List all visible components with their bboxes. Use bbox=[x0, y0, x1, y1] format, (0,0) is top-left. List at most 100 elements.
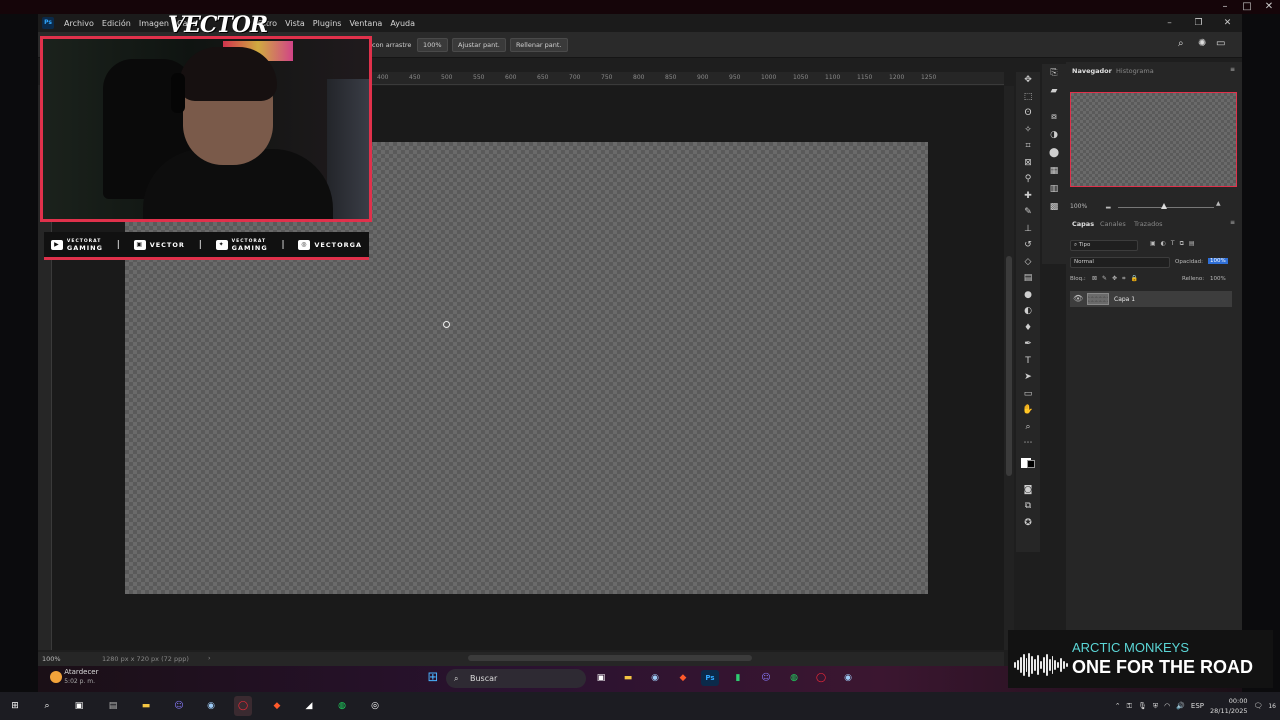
brave-icon[interactable]: ◆ bbox=[674, 670, 692, 686]
color-panel-icon[interactable]: ⬤ bbox=[1042, 144, 1066, 162]
app-icon[interactable]: ▤ bbox=[104, 698, 122, 714]
steam-icon[interactable]: ◉ bbox=[646, 670, 664, 686]
comments-panel-icon[interactable]: ▰ bbox=[1042, 82, 1066, 100]
task-view-icon[interactable]: ▣ bbox=[592, 670, 610, 686]
menu-vista[interactable]: Vista bbox=[281, 19, 309, 28]
taskbar-search-input[interactable]: ⌕ Buscar bbox=[446, 669, 586, 688]
notifications-icon[interactable]: 🗨 bbox=[1253, 702, 1262, 710]
tab-capas[interactable]: Capas bbox=[1072, 220, 1094, 228]
blend-mode-dropdown[interactable]: Normal bbox=[1070, 257, 1170, 268]
microphone-icon[interactable]: 🎙 bbox=[1138, 702, 1147, 710]
language-indicator[interactable]: ESP bbox=[1191, 702, 1204, 710]
volume-icon[interactable]: 🔊 bbox=[1176, 702, 1185, 710]
security-icon[interactable]: ⛨ bbox=[1153, 702, 1158, 711]
blur-tool-icon[interactable]: ● bbox=[1016, 287, 1040, 304]
fit-screen-button[interactable]: Ajustar pant. bbox=[452, 38, 506, 52]
layer-filter-icons[interactable]: ▣◐T⧉▤ bbox=[1150, 240, 1200, 248]
lock-icons[interactable]: ⊠✎✥⌗🔒 bbox=[1092, 275, 1143, 283]
gradient-tool-icon[interactable]: ▤ bbox=[1016, 270, 1040, 287]
network-icon[interactable]: ⚿ bbox=[1127, 702, 1132, 711]
brush-tool-icon[interactable]: ✎ bbox=[1016, 204, 1040, 221]
search-icon[interactable]: ⌕ bbox=[1178, 38, 1184, 49]
hand-tool-icon[interactable]: ✋ bbox=[1016, 402, 1040, 419]
lasso-tool-icon[interactable]: ʘ bbox=[1016, 105, 1040, 122]
layer-name[interactable]: Capa 1 bbox=[1114, 296, 1135, 303]
move-tool-icon[interactable]: ✥ bbox=[1016, 72, 1040, 89]
start-icon[interactable]: ⊞ bbox=[6, 698, 24, 714]
opacity-input[interactable]: 100% bbox=[1208, 258, 1228, 264]
app-restore-icon[interactable]: ❐ bbox=[1184, 14, 1213, 32]
navigator-zoom[interactable]: 100% bbox=[1070, 203, 1087, 210]
stamp-tool-icon[interactable]: ⊥ bbox=[1016, 221, 1040, 238]
menu-ventana[interactable]: Ventana bbox=[345, 19, 386, 28]
zoom-tool-icon[interactable]: ⌕ bbox=[1016, 419, 1040, 436]
generative-icon[interactable]: ✪ bbox=[1016, 515, 1040, 532]
brave-icon[interactable]: ◆ bbox=[268, 698, 286, 714]
chevron-up-icon[interactable]: ⌃ bbox=[1115, 702, 1121, 710]
close-icon[interactable]: ✕ bbox=[1258, 0, 1280, 14]
steam-2-icon[interactable]: ◉ bbox=[839, 670, 857, 686]
clock[interactable]: 00:00 28/11/2025 bbox=[1210, 696, 1247, 716]
zoom-out-icon[interactable]: ▂ bbox=[1106, 202, 1111, 209]
frame-tool-icon[interactable]: ⊠ bbox=[1016, 155, 1040, 172]
status-zoom[interactable]: 100% bbox=[42, 655, 61, 663]
visibility-eye-icon[interactable]: 👁 bbox=[1073, 294, 1083, 303]
photoshop-taskbar-icon[interactable]: Ps bbox=[701, 670, 719, 686]
spotify-icon[interactable]: ◍ bbox=[785, 670, 803, 686]
path-select-icon[interactable]: ➤ bbox=[1016, 369, 1040, 386]
color-swatches-icon[interactable] bbox=[1016, 452, 1040, 482]
windows-start-icon[interactable]: ⊞ bbox=[424, 670, 442, 686]
healing-brush-icon[interactable]: ✚ bbox=[1016, 188, 1040, 205]
patterns-panel-icon[interactable]: ▩ bbox=[1042, 198, 1066, 216]
layer-filter-dropdown[interactable]: ⌕ Tipo bbox=[1070, 240, 1138, 251]
search-icon[interactable]: ⌕ bbox=[38, 698, 56, 714]
navigator-zoom-handle[interactable] bbox=[1161, 203, 1167, 209]
opera-gx-icon[interactable]: ◯ bbox=[234, 696, 252, 716]
type-tool-icon[interactable]: T bbox=[1016, 353, 1040, 370]
marquee-tool-icon[interactable]: ⬚ bbox=[1016, 89, 1040, 106]
properties-panel-icon[interactable]: ⧇ bbox=[1042, 108, 1066, 126]
chevron-right-icon[interactable]: › bbox=[208, 654, 211, 662]
maximize-icon[interactable]: □ bbox=[1236, 0, 1258, 14]
adjustments-panel-icon[interactable]: ◑ bbox=[1042, 126, 1066, 144]
workspace-icon[interactable]: ▭ bbox=[1216, 38, 1225, 49]
sponge-icon[interactable]: ♦ bbox=[1016, 320, 1040, 337]
app-minimize-icon[interactable]: – bbox=[1155, 14, 1184, 32]
app-green-icon[interactable]: ▮ bbox=[729, 670, 747, 686]
vertical-scroll-thumb[interactable] bbox=[1006, 256, 1012, 476]
discord-icon[interactable]: ☺ bbox=[170, 698, 188, 714]
dodge-tool-icon[interactable]: ◐ bbox=[1016, 303, 1040, 320]
pen-tool-icon[interactable]: ✒ bbox=[1016, 336, 1040, 353]
tab-navegador[interactable]: Navegador bbox=[1072, 67, 1112, 75]
scroll-all-label[interactable]: con arrastre bbox=[372, 38, 411, 52]
menu-edicion[interactable]: Edición bbox=[98, 19, 135, 28]
history-brush-icon[interactable]: ↺ bbox=[1016, 237, 1040, 254]
layers-menu-icon[interactable]: ≡ bbox=[1230, 219, 1235, 226]
minimize-icon[interactable]: – bbox=[1214, 0, 1236, 14]
quick-mask-icon[interactable]: ◙ bbox=[1016, 482, 1040, 499]
eraser-icon[interactable]: ◇ bbox=[1016, 254, 1040, 271]
crop-tool-icon[interactable]: ⌗ bbox=[1016, 138, 1040, 155]
wifi-icon[interactable]: ◠ bbox=[1164, 702, 1170, 710]
magic-wand-icon[interactable]: ✧ bbox=[1016, 122, 1040, 139]
file-explorer-icon[interactable]: ▬ bbox=[619, 670, 637, 686]
opera-gx-icon[interactable]: ◯ bbox=[812, 670, 830, 686]
gradients-panel-icon[interactable]: ▥ bbox=[1042, 180, 1066, 198]
weather-widget[interactable]: Atardecer 5:02 p. m. bbox=[50, 668, 98, 686]
fill-screen-button[interactable]: Rellenar pant. bbox=[510, 38, 568, 52]
epic-games-icon[interactable]: ◢ bbox=[300, 698, 318, 714]
swatches-panel-icon[interactable]: ▦ bbox=[1042, 162, 1066, 180]
menu-plugins[interactable]: Plugins bbox=[309, 19, 346, 28]
rectangle-tool-icon[interactable]: ▭ bbox=[1016, 386, 1040, 403]
horizontal-scroll-thumb[interactable] bbox=[468, 655, 752, 661]
tab-histograma[interactable]: Histograma bbox=[1116, 67, 1154, 75]
menu-archivo[interactable]: Archivo bbox=[60, 19, 98, 28]
fill-input[interactable]: 100% bbox=[1210, 276, 1226, 282]
spotify-icon[interactable]: ◍ bbox=[333, 698, 351, 714]
eyedropper-icon[interactable]: ⚲ bbox=[1016, 171, 1040, 188]
screen-mode-icon[interactable]: ⧉ bbox=[1016, 498, 1040, 515]
file-explorer-icon[interactable]: ▬ bbox=[137, 698, 155, 714]
discord-icon[interactable]: ☺ bbox=[757, 670, 775, 686]
more-tools-icon[interactable]: ⋯ bbox=[1016, 435, 1040, 452]
zoom-100-button[interactable]: 100% bbox=[417, 38, 448, 52]
